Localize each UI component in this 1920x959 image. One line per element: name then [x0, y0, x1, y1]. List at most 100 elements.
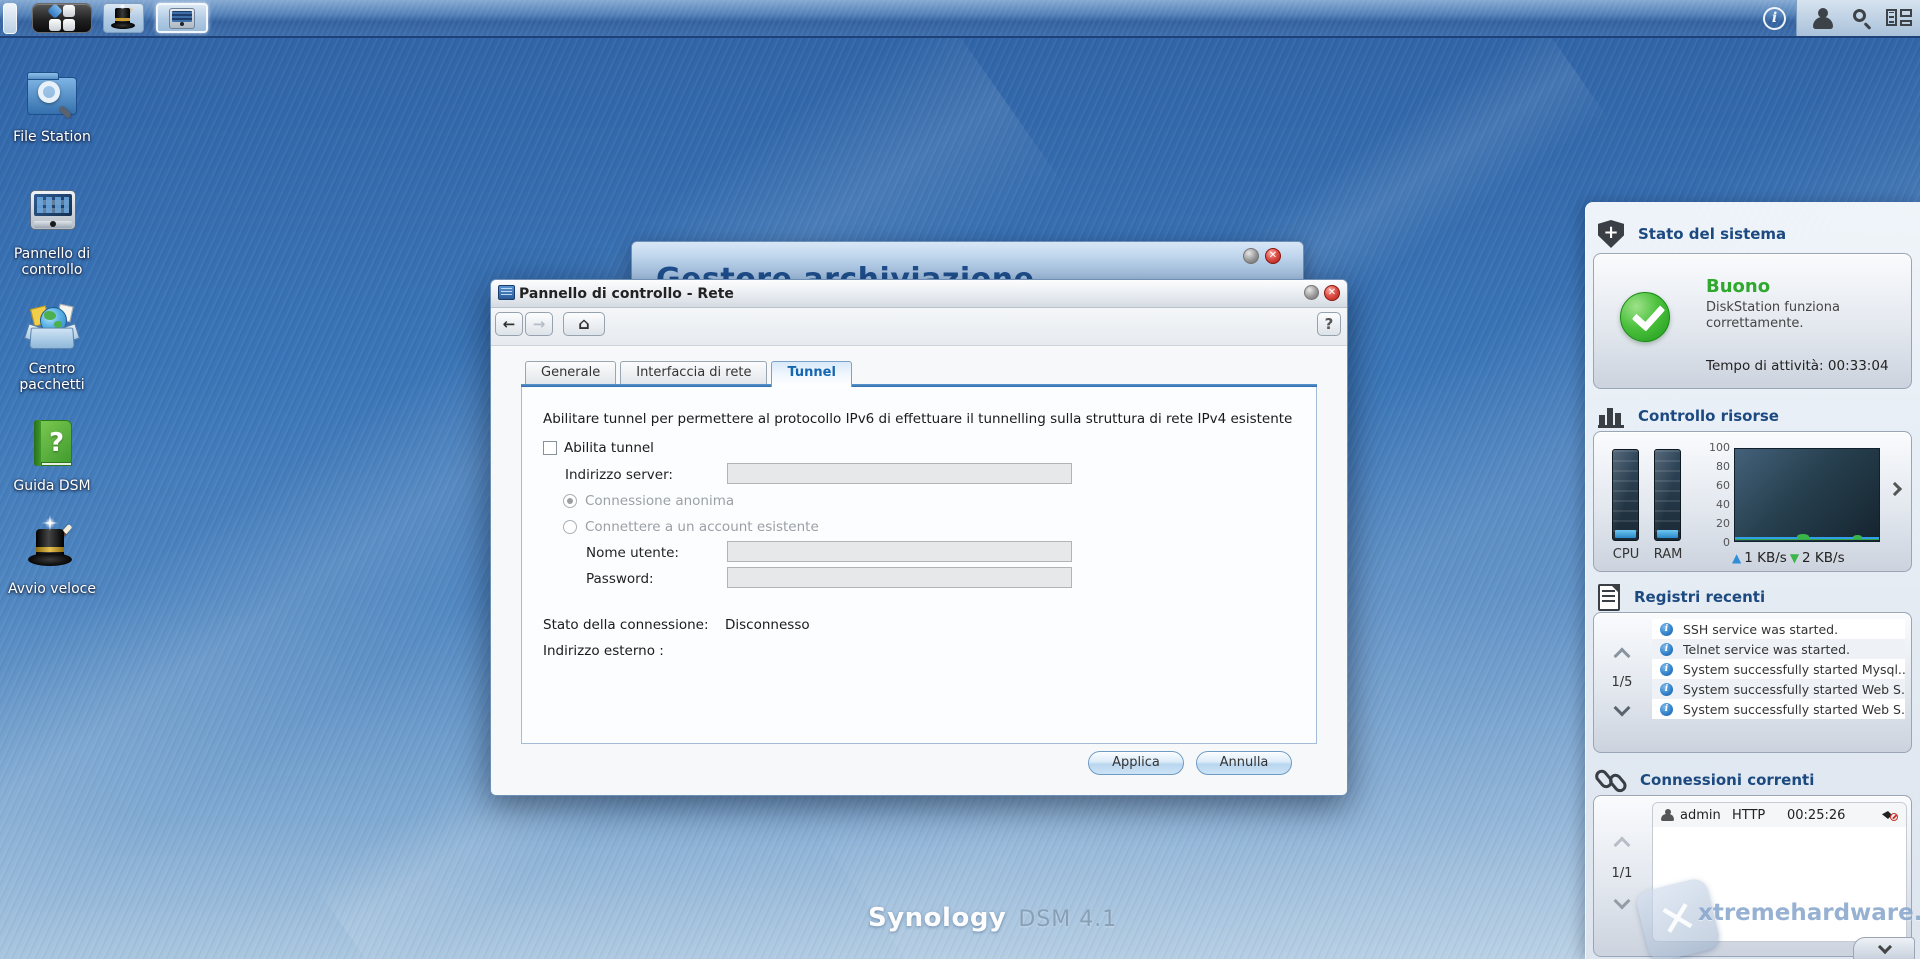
expand-chevron-icon[interactable] [1888, 482, 1902, 496]
desktop-icon-quick-start[interactable]: Avvio veloce [0, 519, 104, 597]
info-icon: i [1660, 703, 1673, 716]
taskbar-texture [0, 0, 1920, 36]
download-arrow-icon: ▼ [1790, 551, 1799, 565]
back-button[interactable]: ← [495, 312, 523, 336]
download-rate: 2 KB/s [1802, 550, 1845, 566]
system-status-header[interactable]: Stato del sistema [1598, 221, 1786, 247]
connection-status-value: Disconnesso [725, 617, 810, 633]
ram-gauge [1654, 449, 1681, 541]
forward-button[interactable]: → [525, 312, 553, 336]
logs-pager: 1/5 [1606, 675, 1638, 690]
main-menu-icon [49, 5, 75, 31]
tunnel-description: Abilitare tunnel per permettere al proto… [543, 411, 1292, 427]
server-address-input[interactable] [727, 463, 1072, 484]
tunnel-panel: Abilitare tunnel per permettere al proto… [521, 387, 1317, 744]
upload-arrow-icon: ▲ [1732, 551, 1741, 565]
existing-account-radio[interactable] [563, 520, 577, 534]
pilot-view-icon[interactable] [1886, 9, 1912, 28]
taskbar-control-panel-button[interactable] [156, 3, 208, 33]
server-address-label: Indirizzo server: [565, 467, 673, 483]
log-row[interactable]: i System successfully started Web S... [1652, 679, 1905, 699]
document-icon [1598, 584, 1620, 611]
user-icon[interactable] [1812, 8, 1834, 29]
connections-header[interactable]: Connessioni correnti [1598, 767, 1814, 793]
network-graph-yticks: 10080 6040 200 [1698, 442, 1730, 548]
recent-logs-header[interactable]: Registri recenti [1598, 584, 1765, 610]
cpu-gauge [1612, 449, 1639, 541]
enable-tunnel-row[interactable]: Abilita tunnel [543, 440, 654, 456]
log-row[interactable]: i System successfully started Web S... [1652, 699, 1905, 719]
existing-account-row[interactable]: Connettere a un account esistente [563, 519, 819, 535]
tab-interfaccia-di-rete[interactable]: Interfaccia di rete [620, 361, 767, 384]
minimize-button[interactable] [1304, 285, 1319, 300]
dialog-toolbar: ← → ⌂ ? [491, 308, 1347, 346]
password-input[interactable] [727, 567, 1072, 588]
sidebar-collapse-button[interactable] [1853, 937, 1915, 959]
widget-sidebar: Stato del sistema Buono DiskStation funz… [1585, 202, 1920, 959]
tab-tunnel[interactable]: Tunnel [771, 361, 851, 387]
chevron-down-icon [1878, 940, 1892, 954]
help-button[interactable]: ? [1317, 312, 1341, 336]
info-icon: i [1660, 663, 1673, 676]
connections-page-up-icon[interactable] [1616, 836, 1627, 847]
control-panel-network-dialog: Pannello di controllo - Rete ✕ ← → ⌂ ? G… [490, 279, 1348, 796]
close-icon[interactable]: ✕ [1324, 285, 1340, 301]
resource-monitor-header[interactable]: Controllo risorse [1598, 403, 1779, 429]
desktop-icon-label: File Station [0, 129, 104, 145]
connection-user: admin [1680, 808, 1732, 823]
desktop-icon-dsm-help[interactable]: ? Guida DSM [0, 416, 104, 494]
info-icon[interactable]: i [1763, 7, 1786, 30]
search-icon[interactable] [1851, 8, 1873, 30]
control-panel-icon [24, 184, 80, 240]
connections-panel: 1/1 admin HTTP 00:25:26 [1593, 795, 1912, 957]
log-row[interactable]: i Telnet service was started. [1652, 639, 1905, 659]
control-panel-icon [169, 8, 195, 29]
synology-branding: Synology DSM 4.1 [868, 903, 1117, 933]
show-desktop-button[interactable] [3, 3, 17, 34]
info-icon: i [1660, 643, 1673, 656]
log-row[interactable]: i SSH service was started. [1652, 619, 1905, 639]
dsm-help-icon: ? [24, 416, 80, 472]
widget-title: Connessioni correnti [1640, 771, 1814, 789]
dialog-titlebar[interactable]: Pannello di controllo - Rete ✕ [491, 280, 1347, 308]
system-status-value: Buono [1706, 276, 1770, 297]
uptime-text: Tempo di attività: 00:33:04 [1706, 358, 1889, 374]
enable-tunnel-checkbox[interactable] [543, 441, 557, 455]
cancel-button[interactable]: Annulla [1196, 751, 1292, 775]
anonymous-connection-row[interactable]: Connessione anonima [563, 493, 734, 509]
taskbar: i [0, 0, 1920, 38]
home-button[interactable]: ⌂ [563, 312, 605, 336]
anonymous-radio[interactable] [563, 494, 577, 508]
connections-page-down-icon[interactable] [1616, 892, 1627, 903]
log-row[interactable]: i System successfully started Mysql... [1652, 659, 1905, 679]
logs-page-down-icon[interactable] [1616, 699, 1627, 710]
connection-protocol: HTTP [1732, 808, 1787, 823]
connection-row[interactable]: admin HTTP 00:25:26 [1653, 803, 1906, 827]
widget-title: Registri recenti [1634, 588, 1765, 606]
connection-time: 00:25:26 [1787, 808, 1875, 823]
product-text: DSM 4.1 [1018, 907, 1117, 932]
minimize-button[interactable] [1243, 248, 1259, 264]
system-status-message: DiskStation funziona correttamente. [1706, 300, 1871, 332]
tab-generale[interactable]: Generale [525, 361, 616, 384]
desktop-icon-package-center[interactable]: Centro pacchetti [0, 299, 104, 393]
close-icon[interactable]: ✕ [1265, 248, 1281, 264]
logs-page-up-icon[interactable] [1616, 647, 1627, 658]
anonymous-radio-label: Connessione anonima [585, 493, 734, 509]
bar-chart-icon [1598, 404, 1624, 428]
widget-title: Controllo risorse [1638, 407, 1779, 425]
username-input[interactable] [727, 541, 1072, 562]
system-status-panel: Buono DiskStation funziona correttamente… [1593, 253, 1912, 389]
dialog-content: Generale Interfaccia di rete Tunnel Abil… [491, 346, 1347, 795]
taskbar-quick-start-button[interactable] [103, 3, 144, 33]
ram-label: RAM [1651, 547, 1685, 562]
desktop-icon-file-station[interactable]: File Station [0, 67, 104, 145]
desktop-icon-control-panel[interactable]: Pannello di controllo [0, 184, 104, 278]
network-traffic-graph [1734, 448, 1880, 542]
info-icon: i [1660, 683, 1673, 696]
main-menu-button[interactable] [32, 3, 92, 33]
magic-hat-icon [24, 519, 80, 575]
username-label: Nome utente: [586, 545, 679, 561]
disconnect-icon[interactable] [1882, 808, 1898, 822]
apply-button[interactable]: Applica [1088, 751, 1184, 775]
